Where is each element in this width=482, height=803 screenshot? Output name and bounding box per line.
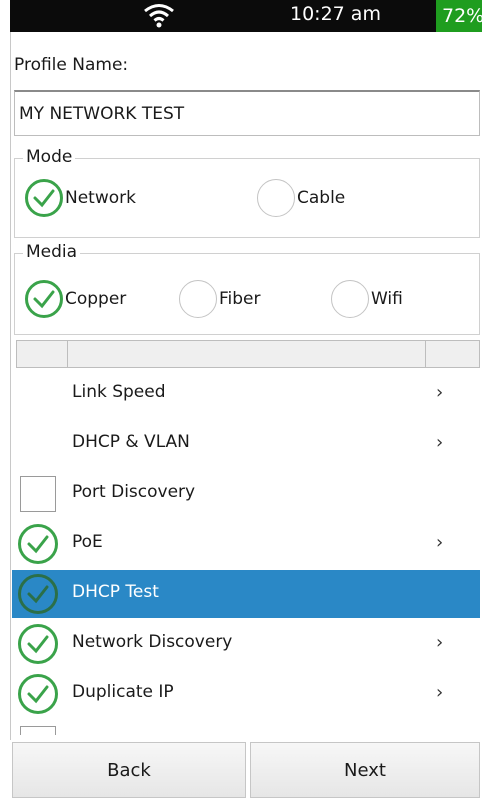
test-label: Port Discovery	[72, 482, 196, 502]
radio-unchecked-icon	[179, 280, 217, 318]
next-button[interactable]: Next	[250, 742, 480, 798]
mode-cable-label: Cable	[297, 188, 346, 208]
media-copper-label: Copper	[65, 289, 127, 309]
media-group: Media Copper Fiber Wifi	[14, 242, 480, 335]
check-icon[interactable]	[18, 524, 58, 564]
test-list[interactable]: Link Speed › DHCP & VLAN › Port Discover…	[12, 370, 480, 735]
chevron-right-icon: ›	[436, 632, 444, 653]
mode-network-radio[interactable]: Network	[25, 179, 136, 217]
column-divider	[67, 341, 68, 367]
mode-group: Mode Network Cable	[14, 147, 480, 238]
test-label: PoE	[72, 532, 103, 552]
test-label: DHCP & VLAN	[72, 432, 190, 452]
wifi-icon	[144, 4, 174, 28]
test-row-link-speed[interactable]: Link Speed ›	[12, 370, 480, 418]
chevron-right-icon: ›	[436, 682, 444, 703]
test-list-header	[16, 340, 480, 368]
media-wifi-label: Wifi	[371, 289, 403, 309]
media-fiber-label: Fiber	[219, 289, 261, 309]
test-row-duplicate-ip[interactable]: Duplicate IP ›	[12, 670, 480, 718]
chevron-right-icon: ›	[436, 382, 444, 403]
checkbox-unchecked-icon[interactable]	[20, 726, 56, 735]
test-row-poe[interactable]: PoE ›	[12, 520, 480, 568]
test-label: DHCP Test	[72, 582, 159, 602]
battery-indicator: 72%	[436, 0, 482, 32]
radio-unchecked-icon	[257, 179, 295, 217]
check-icon	[25, 280, 63, 318]
media-fiber-radio[interactable]: Fiber	[179, 280, 261, 318]
test-row-dhcp-test[interactable]: DHCP Test	[12, 570, 480, 618]
check-icon[interactable]	[18, 624, 58, 664]
mode-network-label: Network	[65, 188, 136, 208]
profile-name-input[interactable]: MY NETWORK TEST	[14, 90, 480, 136]
test-label: Duplicate IP	[72, 682, 174, 702]
clock: 10:27 am	[290, 3, 381, 25]
check-icon	[25, 179, 63, 217]
test-row-partial[interactable]	[12, 720, 480, 735]
test-row-dhcp-vlan[interactable]: DHCP & VLAN ›	[12, 420, 480, 468]
test-label: Network Discovery	[72, 632, 233, 652]
radio-unchecked-icon	[331, 280, 369, 318]
media-copper-radio[interactable]: Copper	[25, 280, 126, 318]
media-title: Media	[23, 242, 81, 262]
chevron-right-icon: ›	[436, 432, 444, 453]
test-row-port-discovery[interactable]: Port Discovery	[12, 470, 480, 518]
column-divider	[425, 341, 426, 367]
mode-cable-radio[interactable]: Cable	[257, 179, 345, 217]
checkbox-unchecked-icon[interactable]	[20, 476, 56, 512]
chevron-right-icon: ›	[436, 532, 444, 553]
back-button[interactable]: Back	[12, 742, 246, 798]
media-wifi-radio[interactable]: Wifi	[331, 280, 403, 318]
test-label: Link Speed	[72, 382, 166, 402]
profile-name-label: Profile Name:	[14, 55, 129, 75]
check-icon[interactable]	[18, 574, 58, 614]
test-row-network-discovery[interactable]: Network Discovery ›	[12, 620, 480, 668]
check-icon[interactable]	[18, 674, 58, 714]
mode-title: Mode	[23, 147, 76, 167]
status-bar: 10:27 am 72%	[0, 0, 482, 36]
